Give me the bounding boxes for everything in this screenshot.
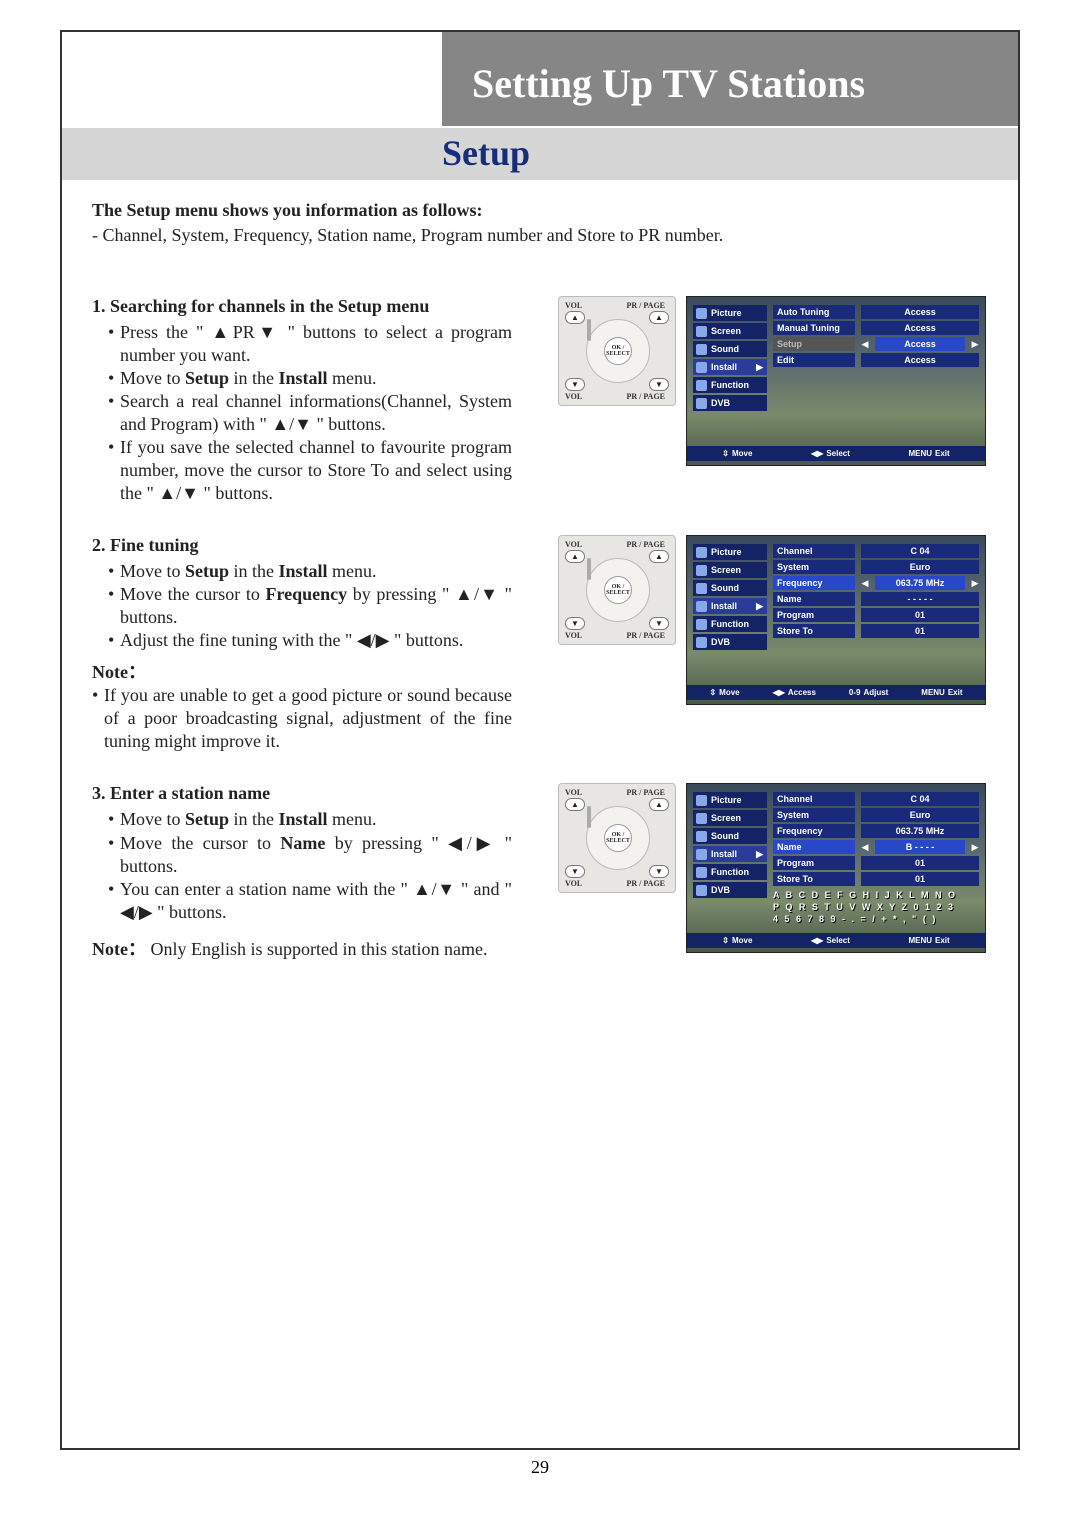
section-1: 1. Searching for channels in the Setup m…	[92, 296, 988, 505]
osd-screenshot-2: PictureScreenSoundInstall▶FunctionDVBCha…	[686, 535, 986, 705]
note-inline: Note： Only English is supported in this …	[92, 938, 512, 961]
section-1-body: 1. Searching for channels in the Setup m…	[92, 296, 512, 505]
remote-dpad: VOL PR / PAGE VOL PR / PAGE ▲ ▲ ▼ ▼ OK /…	[558, 535, 676, 645]
list-item: Search a real channel informations(Chann…	[108, 390, 512, 436]
list-item: Adjust the fine tuning with the " ◀/▶ " …	[108, 629, 512, 652]
note-text: Only English is supported in this statio…	[150, 939, 487, 959]
triangle-down-icon: ▼	[565, 865, 585, 878]
chapter-title: Setting Up TV Stations	[472, 62, 1018, 106]
note-label: Note：	[92, 662, 146, 682]
note-text: If you are unable to get a good picture …	[92, 684, 512, 753]
triangle-up-icon: ▲	[649, 798, 669, 811]
list-item: If you save the selected channel to favo…	[108, 436, 512, 505]
ok-button: OK / SELECT	[604, 337, 632, 365]
remote-dpad: VOL PR / PAGE VOL PR / PAGE ▲ ▲ ▼ ▼ OK /…	[558, 783, 676, 893]
section-title: Setup	[62, 128, 1018, 180]
list-item: Press the " ▲PR▼ " buttons to select a p…	[108, 321, 512, 367]
page-frame: Setting Up TV Stations Setup The Setup m…	[60, 30, 1020, 1450]
intro-text: - Channel, System, Frequency, Station na…	[92, 225, 988, 246]
note-label: Note：	[92, 939, 146, 959]
section-2-list: Move to Setup in the Install menu. Move …	[92, 560, 512, 652]
list-item: Move to Setup in the Install menu.	[108, 808, 512, 831]
section-2-heading: 2. Fine tuning	[92, 535, 512, 556]
triangle-up-icon: ▲	[565, 550, 585, 563]
triangle-down-icon: ▼	[649, 865, 669, 878]
section-1-list: Press the " ▲PR▼ " buttons to select a p…	[92, 321, 512, 505]
triangle-up-icon: ▲	[565, 798, 585, 811]
section-3-body: 3. Enter a station name Move to Setup in…	[92, 783, 512, 961]
remote-dpad: VOL PR / PAGE VOL PR / PAGE ▲ ▲ ▼ ▼ OK /…	[558, 296, 676, 406]
section-3-list: Move to Setup in the Install menu. Move …	[92, 808, 512, 923]
triangle-down-icon: ▼	[565, 378, 585, 391]
section-3: 3. Enter a station name Move to Setup in…	[92, 783, 988, 961]
triangle-up-icon: ▲	[565, 311, 585, 324]
osd-screenshot-3: PictureScreenSoundInstall▶FunctionDVBCha…	[686, 783, 986, 953]
list-item: Move to Setup in the Install menu.	[108, 367, 512, 390]
section-3-figures: VOL PR / PAGE VOL PR / PAGE ▲ ▲ ▼ ▼ OK /…	[558, 783, 988, 953]
list-item: Move to Setup in the Install menu.	[108, 560, 512, 583]
triangle-down-icon: ▼	[649, 378, 669, 391]
osd-screenshot-1: PictureScreenSoundInstall▶FunctionDVBAut…	[686, 296, 986, 466]
chapter-header: Setting Up TV Stations	[442, 32, 1018, 126]
section-2-figures: VOL PR / PAGE VOL PR / PAGE ▲ ▲ ▼ ▼ OK /…	[558, 535, 988, 705]
section-3-heading: 3. Enter a station name	[92, 783, 512, 804]
note-block: Note： If you are unable to get a good pi…	[92, 658, 512, 753]
triangle-down-icon: ▼	[649, 617, 669, 630]
page-number: 29	[531, 1457, 549, 1478]
triangle-down-icon: ▼	[565, 617, 585, 630]
list-item: Move the cursor to Frequency by pressing…	[108, 583, 512, 629]
section-2-body: 2. Fine tuning Move to Setup in the Inst…	[92, 535, 512, 753]
section-2: 2. Fine tuning Move to Setup in the Inst…	[92, 535, 988, 753]
section-1-heading: 1. Searching for channels in the Setup m…	[92, 296, 512, 317]
triangle-up-icon: ▲	[649, 311, 669, 324]
list-item: You can enter a station name with the " …	[108, 878, 512, 924]
triangle-up-icon: ▲	[649, 550, 669, 563]
content: The Setup menu shows you information as …	[62, 180, 1018, 1011]
intro-heading: The Setup menu shows you information as …	[92, 200, 988, 221]
list-item: Move the cursor to Name by pressing " ◀/…	[108, 832, 512, 878]
section-1-figures: VOL PR / PAGE VOL PR / PAGE ▲ ▲ ▼ ▼ OK /…	[558, 296, 988, 466]
